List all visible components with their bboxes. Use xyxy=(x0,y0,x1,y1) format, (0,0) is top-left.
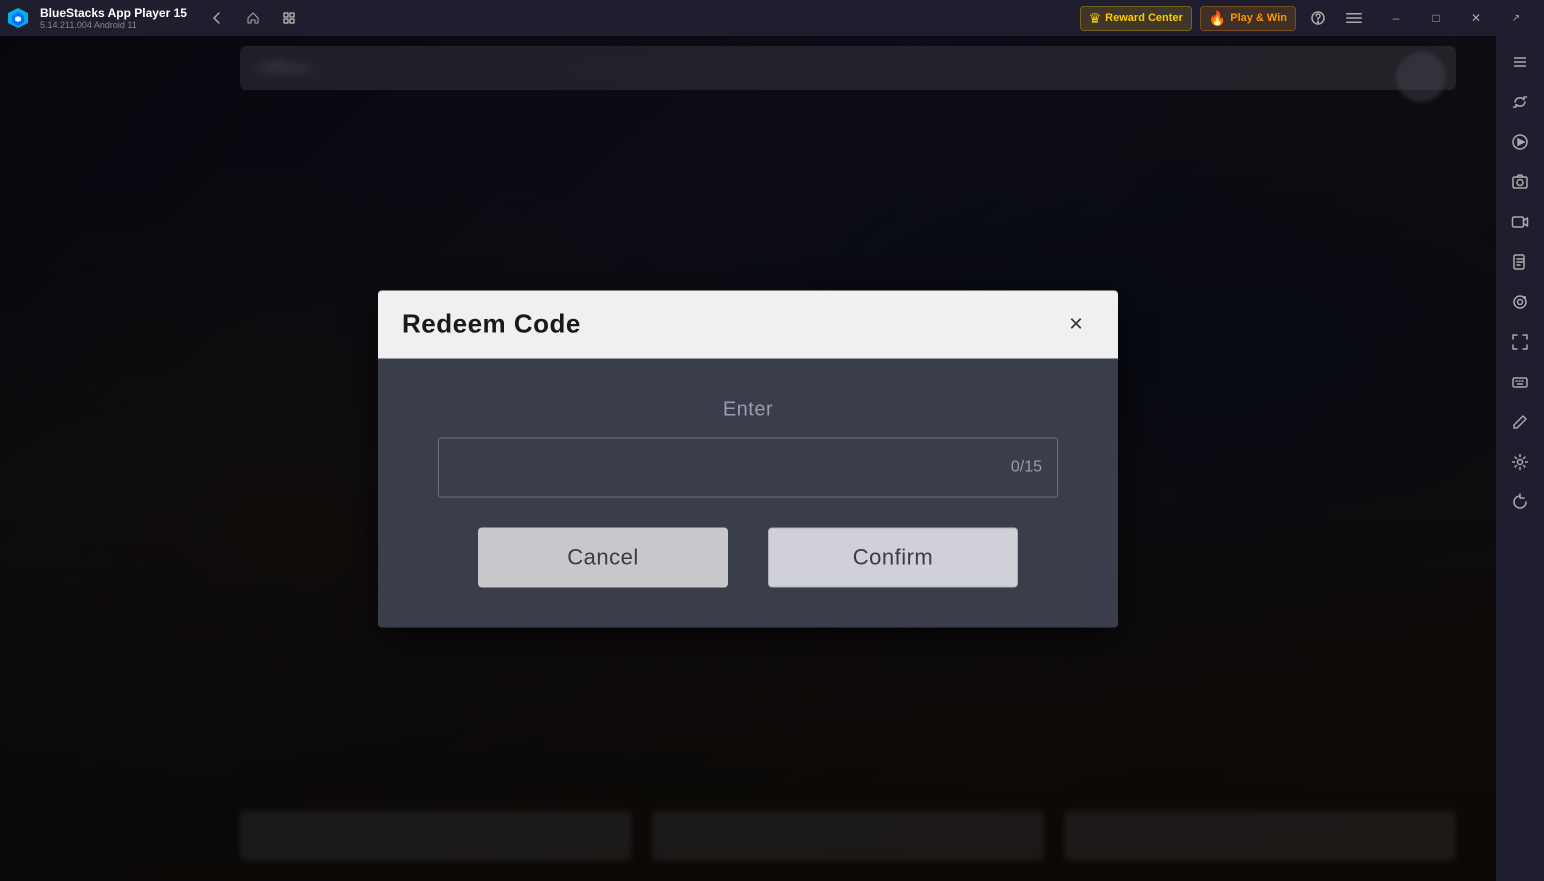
modal-close-button[interactable]: × xyxy=(1058,306,1094,342)
home-button[interactable] xyxy=(239,4,267,32)
overview-button[interactable] xyxy=(275,4,303,32)
enter-label: Enter xyxy=(723,398,773,421)
sidebar-settings-icon[interactable] xyxy=(1502,444,1538,480)
titlebar: BlueStacks App Player 15 5.14.211.004 An… xyxy=(0,0,1544,36)
sidebar-record-icon[interactable] xyxy=(1502,204,1538,240)
sidebar-screenshot-icon[interactable] xyxy=(1502,164,1538,200)
modal-title: Redeem Code xyxy=(402,309,581,340)
sidebar-keyboard-icon[interactable] xyxy=(1502,364,1538,400)
bluestacks-logo xyxy=(0,0,36,36)
app-name: BlueStacks App Player 15 xyxy=(40,6,187,20)
confirm-button[interactable]: Confirm xyxy=(768,527,1018,587)
reward-center-label: Reward Center xyxy=(1105,12,1183,24)
maximize-button[interactable]: □ xyxy=(1416,0,1456,36)
sidebar-play-icon[interactable] xyxy=(1502,124,1538,160)
sidebar-edit-icon[interactable] xyxy=(1502,404,1538,440)
cancel-button[interactable]: Cancel xyxy=(478,527,728,587)
reward-center-button[interactable]: ♛ Reward Center xyxy=(1080,6,1192,31)
fire-icon: 🔥 xyxy=(1209,10,1226,27)
main-content: Offline... Redeem Code × Enter 0/15 Canc… xyxy=(0,36,1496,881)
play-win-label: Play & Win xyxy=(1230,12,1287,24)
code-input-wrapper: 0/15 xyxy=(438,437,1058,497)
app-info: BlueStacks App Player 15 5.14.211.004 An… xyxy=(40,6,187,30)
close-button[interactable]: ✕ xyxy=(1456,0,1496,36)
modal-header: Redeem Code × xyxy=(378,290,1118,358)
sidebar-refresh-icon[interactable] xyxy=(1502,484,1538,520)
app-version: 5.14.211.004 Android 11 xyxy=(40,20,187,30)
titlebar-nav xyxy=(203,4,303,32)
menu-button[interactable] xyxy=(1340,4,1368,32)
detach-button[interactable]: ↗ xyxy=(1496,0,1536,36)
play-win-button[interactable]: 🔥 Play & Win xyxy=(1200,6,1296,31)
help-button[interactable] xyxy=(1304,4,1332,32)
redeem-code-modal: Redeem Code × Enter 0/15 Cancel Confirm xyxy=(378,290,1118,627)
sidebar-rotate-icon[interactable] xyxy=(1502,84,1538,120)
modal-footer: Cancel Confirm xyxy=(378,527,1118,627)
sidebar-apk-icon[interactable] xyxy=(1502,244,1538,280)
sidebar-camera-icon[interactable] xyxy=(1502,284,1538,320)
back-button[interactable] xyxy=(203,4,231,32)
crown-icon: ♛ xyxy=(1089,10,1102,27)
sidebar-expand-icon[interactable] xyxy=(1502,44,1538,80)
modal-body: Enter 0/15 xyxy=(378,358,1118,527)
window-controls: – □ ✕ ↗ xyxy=(1376,0,1536,36)
titlebar-right: ♛ Reward Center 🔥 Play & Win – □ ✕ ↗ xyxy=(1080,0,1536,36)
code-input[interactable] xyxy=(438,437,1058,497)
sidebar-fullscreen-icon[interactable] xyxy=(1502,324,1538,360)
right-sidebar xyxy=(1496,36,1544,881)
minimize-button[interactable]: – xyxy=(1376,0,1416,36)
close-icon: × xyxy=(1069,310,1083,338)
